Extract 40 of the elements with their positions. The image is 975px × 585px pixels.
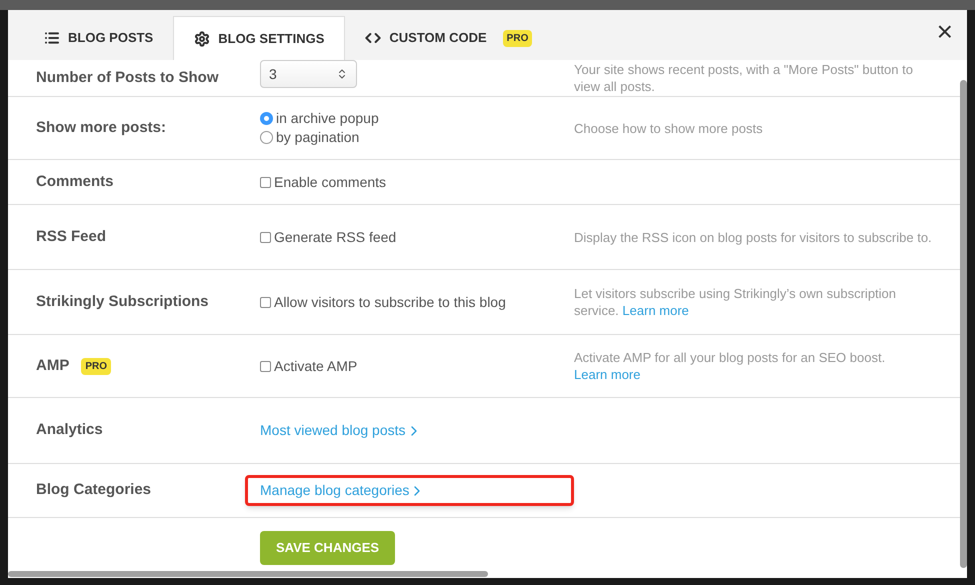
setting-description: Display the RSS icon on blog posts for visitors to subscribe to. bbox=[574, 228, 933, 246]
checkbox[interactable] bbox=[260, 360, 271, 372]
stepper-icon bbox=[336, 68, 348, 80]
checkbox-label: Generate RSS feed bbox=[274, 228, 396, 246]
list-icon bbox=[44, 30, 60, 46]
number-select[interactable]: 3 bbox=[260, 60, 357, 88]
settings-icon bbox=[194, 30, 210, 46]
setting-label: RSS Feed bbox=[36, 226, 106, 247]
tab[interactable]: BLOG POSTS bbox=[24, 16, 174, 60]
setting-label: Comments bbox=[36, 172, 114, 192]
tab[interactable]: BLOG SETTINGS bbox=[173, 16, 346, 60]
radio-option[interactable]: in archive popup bbox=[260, 109, 574, 128]
checkbox[interactable] bbox=[260, 296, 271, 308]
checkbox-label: Allow visitors to subscribe to this blog bbox=[274, 292, 506, 312]
setting-label: Blog Categories bbox=[36, 480, 152, 500]
setting-description: Let visitors subscribe using Strikingly’s own subscription service. Learn more bbox=[574, 285, 898, 319]
setting-description: Choose how to show more posts bbox=[574, 120, 764, 136]
radio-label: by pagination bbox=[276, 128, 360, 147]
checkbox-label: Activate AMP bbox=[274, 356, 358, 376]
checkbox[interactable] bbox=[260, 176, 271, 188]
vertical-scrollbar[interactable] bbox=[960, 80, 967, 568]
radio-button[interactable] bbox=[260, 112, 273, 125]
setting-label: Analytics bbox=[36, 420, 103, 440]
setting-description: Your site shows recent posts, with a "More Posts" button to view all posts. bbox=[574, 61, 914, 95]
setting-label: Show more posts: bbox=[36, 118, 166, 138]
pro-badge: PRO bbox=[502, 30, 532, 46]
radio-option[interactable]: by pagination bbox=[260, 128, 574, 147]
setting-label: Number of Posts to Show bbox=[36, 68, 219, 88]
code-icon bbox=[365, 30, 382, 46]
setting-description: Activate AMP for all your blog posts for an SEO boost. Learn more bbox=[574, 349, 886, 383]
radio-button[interactable] bbox=[260, 131, 273, 144]
setting-label: Strikingly Subscriptions bbox=[36, 292, 209, 312]
horizontal-scrollbar[interactable] bbox=[8, 571, 488, 577]
close-button[interactable]: × bbox=[936, 18, 953, 46]
pro-badge: PRO bbox=[81, 358, 112, 374]
checkbox-label: Enable comments bbox=[274, 172, 386, 192]
radio-label: in archive popup bbox=[276, 109, 379, 128]
checkbox[interactable] bbox=[260, 232, 271, 242]
tab[interactable]: CUSTOM CODE PRO bbox=[345, 16, 552, 60]
setting-label: AMP bbox=[36, 356, 70, 376]
